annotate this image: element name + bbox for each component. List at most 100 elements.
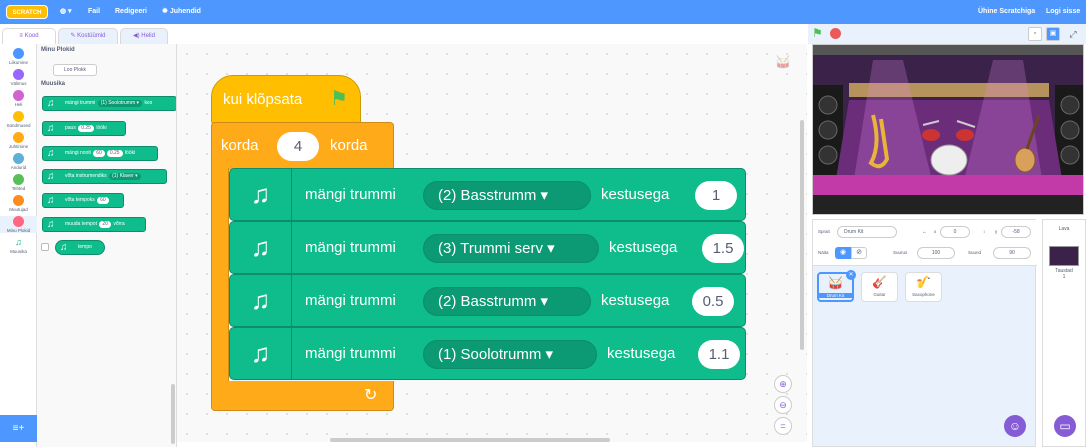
palette-play-drum-block[interactable]: ♫ mängi trummi (1) Soolotrumm ▾ kes bbox=[42, 96, 176, 111]
workspace-vscrollbar[interactable] bbox=[800, 120, 804, 350]
palette-rest-block[interactable]: ♫ paus 0.25 lööki bbox=[42, 121, 126, 136]
play-drum-block-2[interactable]: ♫ mängi trummi (3) Trummi serv ▾ kestuse… bbox=[229, 221, 746, 274]
language-menu[interactable]: ◍ ▾ bbox=[60, 0, 72, 24]
tempo-checkbox[interactable] bbox=[41, 243, 49, 251]
duration-label: kestusega bbox=[601, 186, 670, 203]
workspace-hscrollbar[interactable] bbox=[330, 438, 610, 442]
tab-code[interactable]: ≡ Kood bbox=[2, 28, 56, 44]
choose-sprite-button[interactable]: ☺ bbox=[1004, 415, 1026, 437]
tempo-change-input[interactable]: 20 bbox=[99, 221, 111, 228]
green-flag-button[interactable]: ⚑ bbox=[812, 26, 823, 40]
beats-input[interactable]: 0.5 bbox=[692, 287, 734, 316]
share-link[interactable]: Ühine Scratchiga bbox=[978, 0, 1035, 24]
beats-input[interactable]: 0.25 bbox=[106, 150, 123, 157]
drum-dropdown[interactable]: (1) Soolotrumm ▾ bbox=[97, 100, 143, 107]
concert-stage-image bbox=[813, 45, 1083, 214]
sprite-thumbnail-icon: 🥁 bbox=[775, 55, 791, 69]
scratch-logo[interactable]: SCRATCH bbox=[6, 5, 48, 19]
show-visible-button[interactable]: ◉ bbox=[835, 247, 851, 259]
category-heli[interactable]: Heli bbox=[0, 90, 37, 107]
beats-input[interactable]: 1.5 bbox=[702, 234, 744, 263]
palette-play-note-block[interactable]: ♫ mängi nooti 60 0.25 lööki bbox=[42, 146, 158, 161]
play-drum-block-4[interactable]: ♫ mängi trummi (1) Soolotrumm ▾ kestuseg… bbox=[229, 327, 746, 380]
repeat-count-input[interactable]: 4 bbox=[277, 132, 319, 161]
when-flag-clicked-block[interactable]: kui klõpsata ⚑ bbox=[211, 75, 361, 125]
beats-input[interactable]: 1 bbox=[695, 181, 737, 210]
play-drum-label: mängi trummi bbox=[305, 345, 396, 362]
dropdown-arrow-icon: ▾ bbox=[545, 346, 554, 363]
category-muutujad[interactable]: Muutujad bbox=[0, 195, 37, 212]
drum-dropdown[interactable]: (1) Soolotrumm ▾ bbox=[423, 340, 597, 369]
fullscreen-button[interactable]: ⤢ bbox=[1066, 27, 1080, 41]
tempo-input[interactable]: 60 bbox=[97, 197, 109, 204]
show-label: Näita bbox=[818, 250, 829, 255]
choose-backdrop-button[interactable]: ▭ bbox=[1054, 415, 1076, 437]
category-juhtimine[interactable]: Juhtimine bbox=[0, 132, 37, 149]
palette-tempo-reporter[interactable]: ♫ tempo bbox=[55, 240, 105, 255]
size-input[interactable]: 100 bbox=[917, 247, 955, 259]
palette-set-instrument-block[interactable]: ♫ vőta instrumendiks (1) Klaver ▾ bbox=[42, 169, 167, 184]
x-input[interactable]: 0 bbox=[940, 226, 970, 238]
duration-label: kestusega bbox=[607, 345, 676, 362]
direction-input[interactable]: 90 bbox=[993, 247, 1031, 259]
category-välimus[interactable]: Välimus bbox=[0, 69, 37, 86]
category-muusika[interactable]: ♫ Muusika bbox=[0, 237, 37, 254]
menu-bar: SCRATCH ◍ ▾ Fail Redigeeri ✹ Juhendid Üh… bbox=[0, 0, 1086, 24]
note-input[interactable]: 60 bbox=[93, 150, 105, 157]
music-icon: ♫ bbox=[47, 148, 55, 159]
sprite-tile-drum-kit[interactable]: 🥁 Drum Kit ✕ bbox=[817, 270, 856, 302]
instrument-dropdown[interactable]: (1) Klaver ▾ bbox=[109, 173, 141, 180]
category-dot: ♫ bbox=[15, 237, 22, 247]
category-label: Minu Plokid bbox=[6, 228, 31, 233]
stage-canvas[interactable] bbox=[812, 44, 1084, 215]
beats-input[interactable]: 1.1 bbox=[698, 340, 740, 369]
repeat-block[interactable]: korda 4 korda bbox=[211, 122, 394, 170]
drum-dropdown[interactable]: (2) Basstrumm ▾ bbox=[423, 287, 591, 316]
category-dot bbox=[13, 153, 24, 164]
repeat-block-bottom[interactable]: ↻ bbox=[211, 381, 394, 411]
make-block-button[interactable]: Loo Plokk bbox=[53, 64, 97, 76]
drum-dropdown[interactable]: (3) Trummi serv ▾ bbox=[423, 234, 599, 263]
category-liikumine[interactable]: Liikumine bbox=[0, 48, 37, 65]
zoom-in-button[interactable]: ⊕ bbox=[774, 375, 792, 393]
palette-set-tempo-block[interactable]: ♫ vőta tempoks 60 bbox=[42, 193, 124, 208]
sprite-tile-saxophone[interactable]: 🎷 Saxophone bbox=[905, 272, 942, 302]
block-label: muuda tempot bbox=[65, 221, 97, 227]
small-stage-icon: ▫ bbox=[1033, 30, 1037, 37]
block-label: vőta tempoks bbox=[65, 197, 95, 203]
zoom-reset-button[interactable]: = bbox=[774, 417, 792, 435]
category-minu-plokid[interactable]: Minu Plokid bbox=[0, 216, 37, 233]
repeat-suffix-label: korda bbox=[330, 137, 368, 154]
delete-sprite-icon[interactable]: ✕ bbox=[846, 270, 856, 280]
add-extension-button[interactable]: ≡+ bbox=[0, 415, 37, 442]
stage-target-pane[interactable]: Lava Taustad 1 ▭ bbox=[1042, 219, 1086, 447]
category-label: Muutujad bbox=[9, 207, 28, 212]
palette-change-tempo-block[interactable]: ♫ muuda tempot 20 vőrra bbox=[42, 217, 146, 232]
sprite-tile-label: Drum Kit bbox=[819, 293, 852, 298]
sprite-tile-guitar[interactable]: 🎸 Guitar bbox=[861, 272, 898, 302]
y-input[interactable]: -58 bbox=[1001, 226, 1031, 238]
category-tehted[interactable]: Tehted bbox=[0, 174, 37, 191]
tab-sounds[interactable]: ◀) Helid bbox=[120, 28, 168, 44]
tab-costumes[interactable]: ✎ Kostüümid bbox=[58, 28, 118, 44]
category-label: Muusika bbox=[10, 249, 27, 254]
sprite-name-input[interactable]: Drum Kit bbox=[837, 226, 897, 238]
drum-dropdown[interactable]: (2) Basstrumm ▾ bbox=[423, 181, 591, 210]
repeat-arm bbox=[211, 168, 229, 383]
palette-scrollbar[interactable] bbox=[171, 384, 175, 444]
play-drum-block-1[interactable]: ♫ mängi trummi (2) Basstrumm ▾ kestusega… bbox=[229, 168, 746, 221]
signin-link[interactable]: Logi sisse bbox=[1046, 0, 1080, 24]
large-stage-button[interactable]: ▣ bbox=[1046, 27, 1060, 41]
zoom-out-button[interactable]: ⊖ bbox=[774, 396, 792, 414]
play-drum-block-3[interactable]: ♫ mängi trummi (2) Basstrumm ▾ kestusega… bbox=[229, 274, 746, 327]
category-andurid[interactable]: Andurid bbox=[0, 153, 37, 170]
beats-input[interactable]: 0.25 bbox=[78, 125, 94, 132]
file-menu[interactable]: Fail bbox=[88, 0, 100, 24]
edit-menu[interactable]: Redigeeri bbox=[115, 0, 147, 24]
tutorials-menu[interactable]: ✹ Juhendid bbox=[162, 0, 201, 24]
stop-button[interactable] bbox=[830, 28, 841, 39]
saxophone-icon: 🎷 bbox=[916, 275, 931, 289]
show-hidden-button[interactable]: ⊘ bbox=[851, 247, 867, 259]
category-sündmused[interactable]: Sündmused bbox=[0, 111, 37, 128]
small-stage-button[interactable]: ▫ bbox=[1028, 27, 1042, 41]
